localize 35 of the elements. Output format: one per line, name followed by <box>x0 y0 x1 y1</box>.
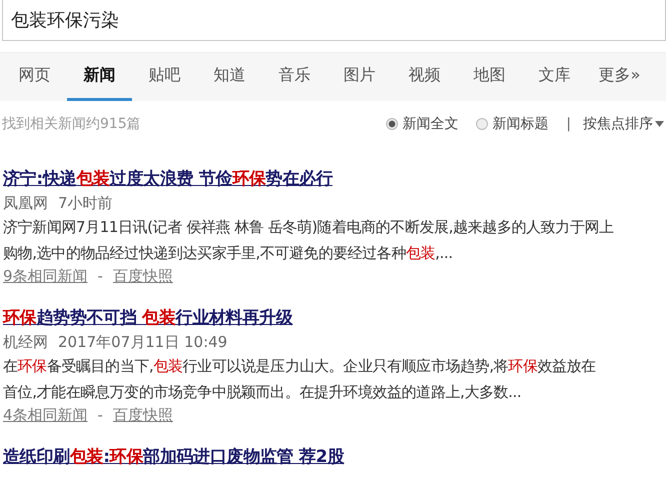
radio-icon[interactable] <box>386 118 398 130</box>
radio-icon[interactable] <box>476 118 488 130</box>
dash: - <box>98 267 103 286</box>
tab[interactable]: 音乐 <box>262 53 327 101</box>
tab[interactable]: 更多» <box>587 53 652 101</box>
tab[interactable]: 知道 <box>197 53 262 101</box>
news-source: 凤凰网 <box>3 194 48 213</box>
result-count: 找到相关新闻约915篇 <box>2 115 142 133</box>
news-snippet: 首位,才能在瞬息万变的市场竞争中脱颖而出。在提升环境效益的道路上,大多数... <box>3 382 522 403</box>
snapshot-link[interactable]: 百度快照 <box>112 267 173 286</box>
sort-dropdown[interactable]: 按焦点排序 <box>583 115 664 133</box>
news-time: 2017年07月11日 10:49 <box>58 333 228 352</box>
search-field[interactable]: 包装环保污染 <box>2 0 666 41</box>
radio-option[interactable]: 新闻全文 <box>386 115 458 133</box>
radio-option[interactable]: 新闻标题 <box>476 115 548 133</box>
snapshot-link[interactable]: 百度快照 <box>112 406 173 425</box>
same-news-link[interactable]: 9条相同新闻 <box>3 267 88 286</box>
tab[interactable]: 地图 <box>457 53 522 101</box>
caret-icon <box>655 121 664 127</box>
tab[interactable]: 网页 <box>2 53 67 101</box>
radio-label: 新闻全文 <box>402 115 458 133</box>
tab[interactable]: 新闻 <box>67 53 132 101</box>
news-snippet: 济宁新闻网7月11日讯(记者 侯祥燕 林鲁 岳冬萌)随着电商的不断发展,越来越多的人致力于网上 <box>3 217 615 238</box>
separator: | <box>566 116 571 132</box>
same-news-link[interactable]: 4条相同新闻 <box>3 406 88 425</box>
tab[interactable]: 文库 <box>522 53 587 101</box>
tab[interactable]: 图片 <box>327 53 392 101</box>
tab[interactable]: 贴吧 <box>132 53 197 101</box>
news-snippet: 在环保备受瞩目的当下,包装行业可以说是压力山大。企业只有顺应市场趋势,将环保效益放在 <box>3 356 597 377</box>
radio-label: 新闻标题 <box>492 115 548 133</box>
news-time: 7小时前 <box>58 194 113 213</box>
news-snippet: 购物,选中的物品经过快递到达买家手里,不可避免的要经过各种包装,... <box>3 243 454 264</box>
news-source: 机经网 <box>3 333 48 352</box>
dash: - <box>98 406 103 425</box>
tab[interactable]: 视频 <box>392 53 457 101</box>
